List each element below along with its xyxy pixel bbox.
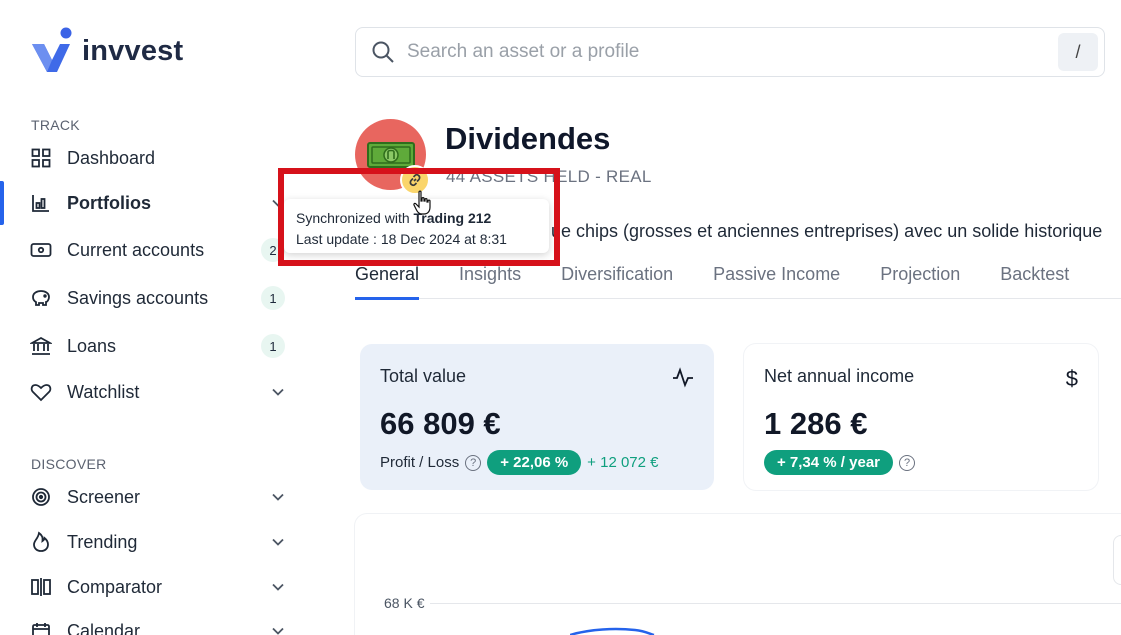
portfolio-tabs: General Insights Diversification Passive… (355, 264, 1121, 300)
search-bar[interactable]: / (355, 27, 1105, 77)
net-annual-income-card: Net annual income $ 1 286 € + 7,34 % / y… (744, 344, 1098, 490)
compare-icon (30, 576, 52, 598)
card-title: Total value (380, 366, 467, 386)
section-label-discover: DISCOVER (31, 456, 107, 472)
income-value: 1 286 € (764, 406, 868, 441)
sidebar-item-savings-accounts[interactable]: Savings accounts 1 (30, 281, 285, 315)
hand-cursor-icon (412, 190, 434, 221)
tab-passive-income[interactable]: Passive Income (713, 264, 840, 299)
sidebar-item-calendar[interactable]: Calendar (30, 614, 285, 635)
invvest-logo-icon (32, 27, 72, 72)
tab-projection[interactable]: Projection (880, 264, 960, 299)
dashboard-grid-icon (30, 147, 52, 169)
sidebar-item-label: Current accounts (67, 239, 205, 260)
chart-line (570, 627, 655, 635)
chevron-down-icon[interactable] (271, 385, 285, 399)
income-yield-row: + 7,34 % / year ? (764, 450, 915, 475)
search-icon (371, 40, 395, 64)
portfolio-description: ue chips (grosses et anciennes entrepris… (551, 221, 1103, 241)
chevron-down-icon[interactable] (271, 624, 285, 635)
sidebar-item-label: Dashboard (67, 147, 156, 168)
tab-insights[interactable]: Insights (459, 264, 521, 299)
sidebar-item-trending[interactable]: Trending (30, 525, 285, 559)
sidebar-item-label: Calendar (67, 620, 141, 635)
calendar-icon (30, 620, 52, 635)
sidebar-item-label: Comparator (67, 576, 163, 597)
tab-backtest[interactable]: Backtest (1000, 264, 1069, 299)
yield-pill: + 7,34 % / year (764, 450, 893, 475)
target-icon (30, 486, 52, 508)
sidebar-item-screener[interactable]: Screener (30, 480, 285, 514)
money-bill-icon (366, 141, 415, 168)
sidebar-item-watchlist[interactable]: Watchlist (30, 375, 285, 409)
profit-loss-label: Profit / Loss (380, 454, 460, 471)
profit-percent-pill: + 22,06 % (487, 450, 582, 475)
sidebar-item-label: Screener (67, 486, 141, 507)
brand-name: invvest (82, 34, 184, 67)
portfolio-title: Dividendes (445, 121, 611, 156)
active-indicator (0, 181, 4, 225)
tab-diversification[interactable]: Diversification (561, 264, 673, 299)
activity-pulse-icon (672, 366, 694, 394)
chevron-down-icon[interactable] (271, 535, 285, 549)
profit-amount: + 12 072 € (587, 454, 659, 471)
chart-grid-line (430, 603, 1121, 604)
profit-loss-row: Profit / Loss ? + 22,06 % + 12 072 € (380, 450, 659, 475)
sidebar-item-comparator[interactable]: Comparator (30, 570, 285, 604)
bar-chart-icon (30, 192, 52, 214)
search-input[interactable] (407, 41, 1058, 63)
portfolio-chart-panel (355, 514, 1121, 635)
help-icon[interactable]: ? (465, 454, 482, 471)
count-badge: 1 (261, 286, 285, 310)
section-label-track: TRACK (31, 117, 80, 133)
heart-icon (30, 381, 52, 403)
brand-logo[interactable]: invvest (30, 26, 183, 76)
sidebar-item-loans[interactable]: Loans 1 (30, 329, 285, 363)
chevron-down-icon[interactable] (271, 490, 285, 504)
help-icon[interactable]: ? (899, 454, 915, 471)
sidebar-item-current-accounts[interactable]: Current accounts 2 (30, 233, 285, 267)
total-value: 66 809 € (380, 406, 501, 441)
sidebar-item-label: Watchlist (67, 381, 140, 402)
wallet-icon (30, 239, 52, 261)
card-title: Net annual income (764, 366, 915, 386)
dollar-icon: $ (1065, 366, 1078, 391)
piggy-bank-icon (30, 287, 52, 309)
sidebar-item-label: Savings accounts (67, 287, 209, 308)
sidebar-item-label: Portfolios (67, 192, 151, 213)
sidebar-item-label: Loans (67, 335, 117, 356)
sidebar-item-dashboard[interactable]: Dashboard (30, 141, 285, 175)
total-value-card: Total value 66 809 € Profit / Loss ? + 2… (360, 344, 714, 490)
flame-icon (30, 531, 52, 553)
count-badge: 1 (261, 334, 285, 358)
sidebar-item-label: Trending (67, 531, 138, 552)
sidebar-item-portfolios[interactable]: Portfolios (30, 186, 285, 220)
bank-icon (30, 335, 52, 357)
chevron-down-icon[interactable] (271, 580, 285, 594)
tab-general[interactable]: General (355, 264, 420, 300)
chart-range-button[interactable] (1113, 535, 1121, 585)
keyboard-shortcut-hint: / (1058, 33, 1098, 71)
chart-y-tick: 68 K € (384, 595, 425, 611)
